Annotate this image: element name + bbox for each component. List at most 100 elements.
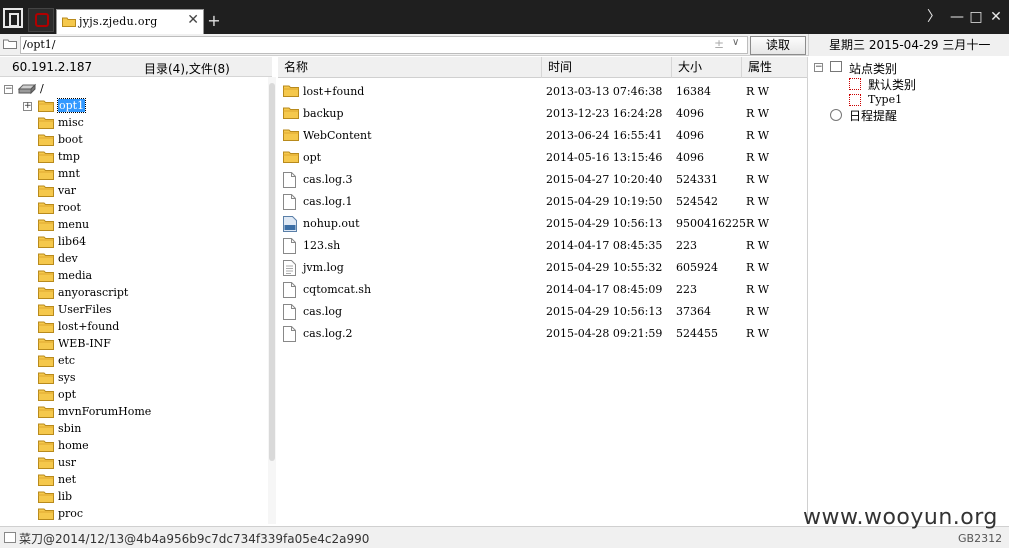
folder-icon (38, 507, 54, 520)
file-name: nohup.out (303, 217, 360, 230)
directory-tree: − / + opt1 misc boot tmp mnt var root menu lib64 d… (0, 77, 268, 524)
file-size: 223 (676, 283, 697, 296)
file-icon (283, 304, 296, 320)
folder-icon (38, 354, 54, 367)
file-time: 2015-04-29 10:19:50 (546, 195, 663, 208)
watermark: www.wooyun.org (803, 505, 998, 530)
table-row[interactable]: cas.log.2 2015-04-28 09:21:59 524455 R W (278, 323, 808, 345)
tab-title: jyjs.zjedu.org (79, 15, 158, 28)
tree-item-label: opt1 (56, 98, 87, 113)
table-row[interactable]: backup 2013-12-23 16:24:28 4096 R W (278, 103, 808, 125)
file-time: 2015-04-29 10:55:32 (546, 261, 663, 274)
tab-close-icon[interactable]: ✕ (187, 12, 199, 28)
tree-scrollbar[interactable] (268, 77, 276, 524)
table-row[interactable]: cas.log.3 2015-04-27 10:20:40 524331 R W (278, 169, 808, 191)
file-list: 名称 时间 大小 属性 lost+found 2013-03-13 07:46:3… (278, 57, 808, 524)
maximize-button[interactable]: □ (967, 8, 985, 26)
type1-label: Type1 (868, 93, 903, 106)
table-row[interactable]: cas.log.1 2015-04-29 10:19:50 524542 R W (278, 191, 808, 213)
close-button[interactable]: ✕ (987, 8, 1005, 26)
collapse-icon[interactable]: − (814, 63, 823, 72)
file-size: 4096 (676, 129, 704, 142)
file-icon (283, 216, 297, 232)
calendar-date: 星期三 2015-04-29 三月十一 (808, 34, 1009, 56)
file-time: 2015-04-27 10:20:40 (546, 173, 663, 186)
folder-icon (3, 38, 17, 49)
collapse-icon[interactable]: − (4, 85, 13, 94)
category-icon (830, 61, 842, 72)
expand-icon[interactable]: + (23, 102, 32, 111)
tree-item-label: root (58, 201, 81, 214)
folder-icon (38, 439, 54, 452)
column-time[interactable]: 时间 (542, 57, 672, 78)
plus-minus-icon[interactable]: ± (714, 37, 724, 51)
file-size: 524331 (676, 173, 718, 186)
status-text: 菜刀@2014/12/13@4b4a956b9c7dc734f339fa05e4… (19, 532, 370, 546)
tree-item-label: tmp (58, 150, 80, 163)
file-attr: R W (746, 239, 770, 252)
path-input[interactable]: /opt1/ (20, 36, 748, 54)
tab-shell[interactable] (28, 8, 54, 32)
tree-item-label: lib (58, 490, 73, 503)
file-icon (283, 194, 296, 210)
tree-item-label: sbin (58, 422, 82, 435)
read-button[interactable]: 读取 (750, 36, 806, 55)
folder-icon (38, 320, 54, 333)
table-row[interactable]: WebContent 2013-06-24 16:55:41 4096 R W (278, 125, 808, 147)
column-size[interactable]: 大小 (672, 57, 742, 78)
file-name: cas.log (303, 305, 343, 318)
table-row[interactable]: jvm.log 2015-04-29 10:55:32 605924 R W (278, 257, 808, 279)
tab-active[interactable]: jyjs.zjedu.org ✕ (56, 9, 204, 34)
folder-icon (38, 303, 54, 316)
folder-icon (38, 218, 54, 231)
folder-icon (38, 133, 54, 146)
knife-icon (35, 13, 49, 27)
file-attr: R W (746, 261, 770, 274)
file-attr: R W (746, 85, 770, 98)
file-icon (283, 238, 296, 254)
column-name[interactable]: 名称 (278, 57, 542, 78)
chevron-right-icon[interactable]: 〉 (925, 8, 943, 26)
file-time: 2015-04-28 09:21:59 (546, 327, 663, 340)
tree-item-label: home (58, 439, 89, 452)
status-icon (4, 532, 16, 543)
file-icon (283, 172, 296, 188)
file-time: 2013-06-24 16:55:41 (546, 129, 663, 142)
tree-item-label: lib64 (58, 235, 87, 248)
folder-icon (38, 371, 54, 384)
file-attr: R W (746, 283, 770, 296)
table-row[interactable]: lost+found 2013-03-13 07:46:38 16384 R W (278, 81, 808, 103)
tree-item-label: WEB-INF (58, 337, 111, 350)
column-attr[interactable]: 属性 (742, 57, 808, 78)
dir-file-count: 目录(4),文件(8) (144, 62, 230, 76)
folder-icon (38, 388, 54, 401)
table-row[interactable]: cqtomcat.sh 2014-04-17 08:45:09 223 R W (278, 279, 808, 301)
file-size: 37364 (676, 305, 711, 318)
table-row[interactable]: nohup.out 2015-04-29 10:56:13 9500416225 R … (278, 213, 808, 235)
file-time: 2013-03-13 07:46:38 (546, 85, 663, 98)
folder-icon (38, 490, 54, 503)
file-name: cas.log.2 (303, 327, 353, 340)
folder-icon (38, 235, 54, 248)
file-list-header: 名称 时间 大小 属性 (278, 57, 808, 78)
minimize-button[interactable]: — (948, 8, 966, 26)
encoding-label[interactable]: GB2312 (958, 532, 1002, 545)
drive-icon (18, 83, 36, 95)
new-tab-button[interactable]: + (206, 11, 222, 31)
file-name: cas.log.1 (303, 195, 353, 208)
file-icon (283, 326, 296, 342)
folder-icon (38, 286, 54, 299)
folder-icon (38, 116, 54, 129)
app-logo-icon[interactable] (3, 8, 23, 28)
chevron-down-icon[interactable]: ∨ (732, 37, 739, 48)
folder-icon (62, 16, 76, 27)
folder-icon (38, 405, 54, 418)
file-time: 2015-04-29 10:56:13 (546, 305, 663, 318)
category-icon (849, 78, 861, 90)
tree-scroll-thumb[interactable] (269, 83, 275, 461)
table-row[interactable]: cas.log 2015-04-29 10:56:13 37364 R W (278, 301, 808, 323)
file-name: cas.log.3 (303, 173, 353, 186)
table-row[interactable]: opt 2014-05-16 13:15:46 4096 R W (278, 147, 808, 169)
file-size: 524542 (676, 195, 718, 208)
table-row[interactable]: 123.sh 2014-04-17 08:45:35 223 R W (278, 235, 808, 257)
